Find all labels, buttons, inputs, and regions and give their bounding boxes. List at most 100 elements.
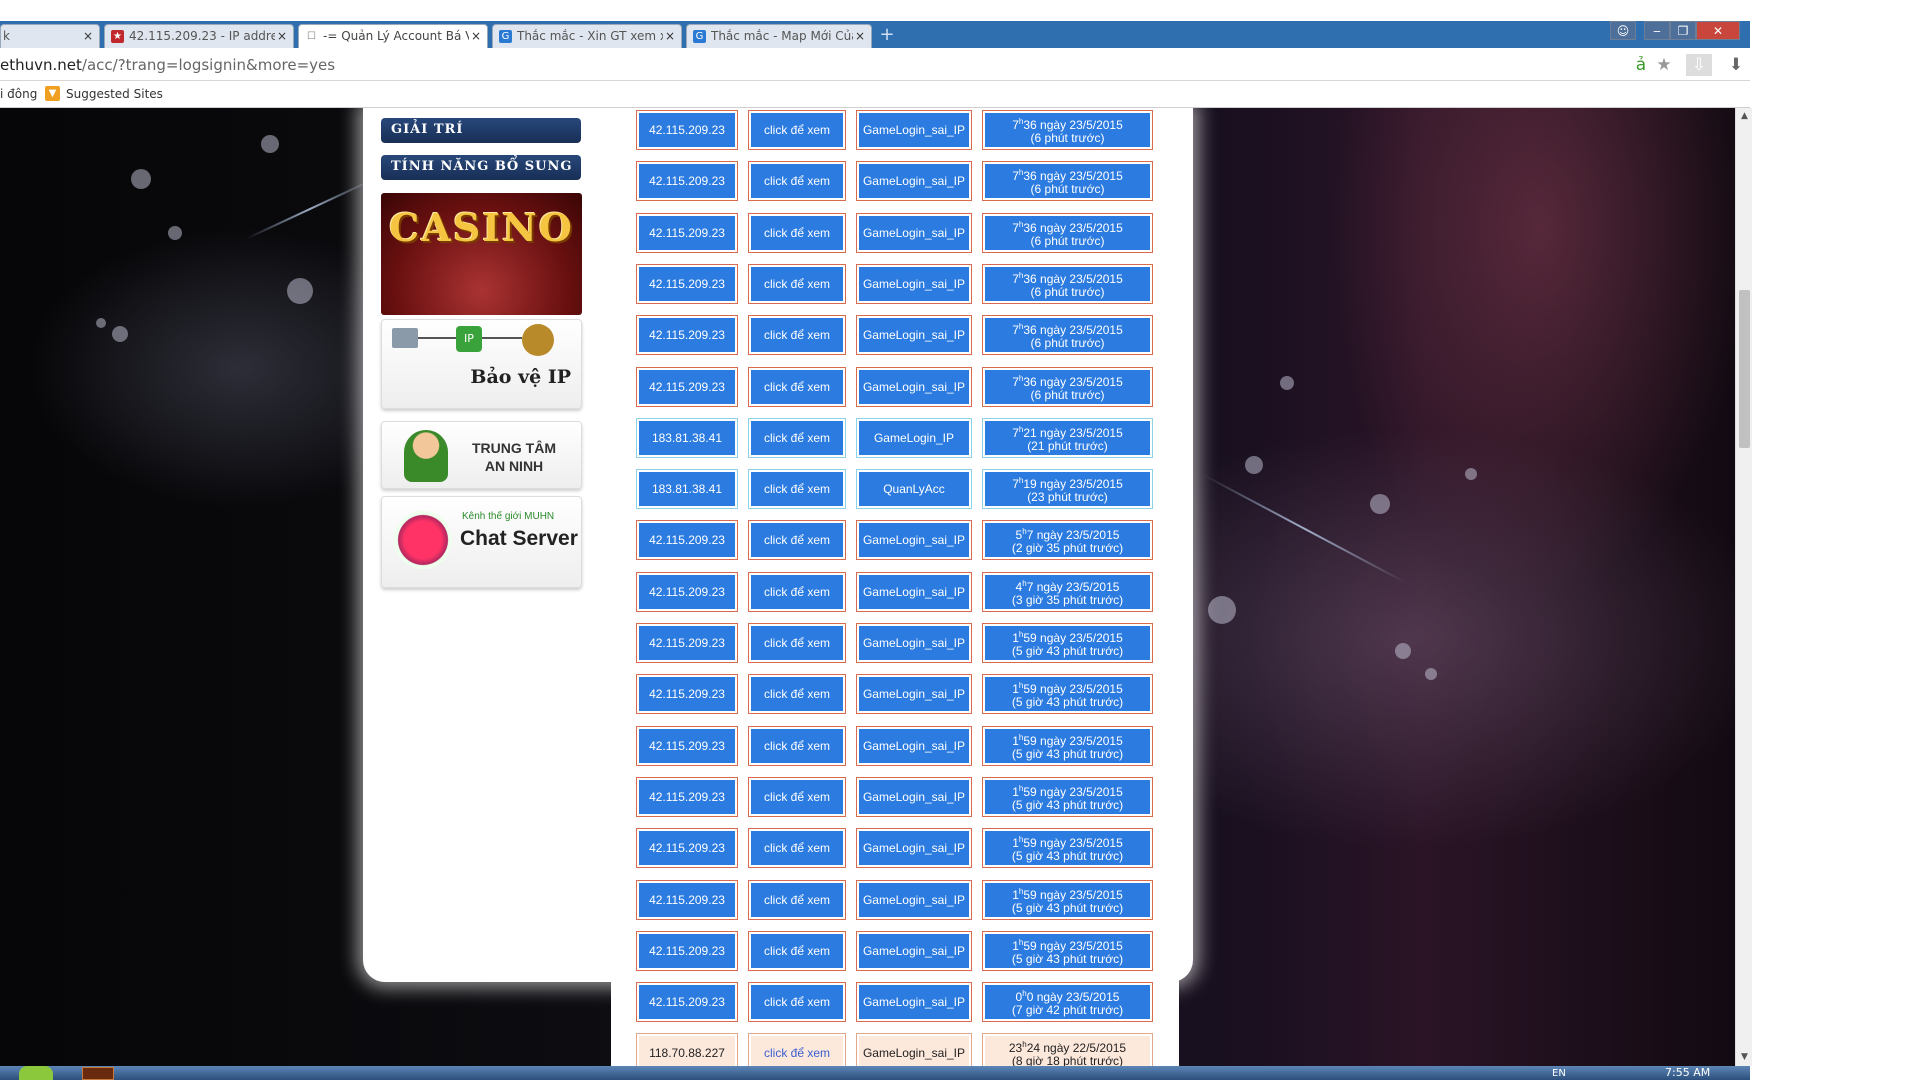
time-date: 36 ngày 23/5/2015: [1023, 272, 1123, 286]
time-hour: 1: [1012, 888, 1019, 902]
time-cell: 0h0 ngày 23/5/2015 (7 giờ 42 phút trước): [982, 982, 1153, 1022]
tray-clock[interactable]: 7:55 AM: [1665, 1066, 1710, 1079]
detail-link[interactable]: click để xem: [748, 367, 846, 407]
close-window-icon[interactable]: ✕: [1696, 21, 1740, 40]
time-text: 1h59 ngày 23/5/2015 (5 giờ 43 phút trước): [1011, 630, 1124, 658]
bookmarks-bar: i đông ▼ Suggested Sites: [0, 81, 1750, 108]
time-text: 7h36 ngày 23/5/2015 (6 phút trước): [1012, 374, 1123, 402]
action-type-cell: GameLogin_sai_IP: [856, 520, 972, 560]
time-hour: 7: [1012, 118, 1019, 132]
tab-4[interactable]: G Thắc mắc - Map Mới Của G ×: [686, 24, 872, 48]
time-ago: (5 giờ 43 phút trước): [1011, 901, 1124, 915]
user-icon[interactable]: ☺: [1610, 21, 1636, 40]
time-cell: 1h59 ngày 23/5/2015 (5 giờ 43 phút trước): [982, 880, 1153, 920]
time-hour: 7: [1012, 221, 1019, 235]
action-type-cell: GameLogin_sai_IP: [856, 674, 972, 714]
time-text: 4h7 ngày 23/5/2015 (3 giờ 35 phút trước): [1011, 579, 1124, 607]
detail-link[interactable]: click để xem: [748, 931, 846, 971]
detail-link[interactable]: click để xem: [748, 213, 846, 253]
tray-language[interactable]: EN: [1552, 1068, 1566, 1079]
time-ago: (7 giờ 42 phút trước): [1011, 1003, 1124, 1017]
bookmark-item[interactable]: i đông: [0, 87, 37, 101]
url-text[interactable]: ethuvn.net/acc/?trang=logsignin&more=yes: [0, 56, 335, 74]
chat-subtitle: Kênh thế giới MUHN: [462, 511, 555, 522]
time-date: 0 ngày 23/5/2015: [1026, 990, 1120, 1004]
scroll-down-icon[interactable]: ▼: [1736, 1049, 1753, 1066]
sidebar-heading-entertainment[interactable]: GIẢI TRÍ: [381, 118, 581, 143]
tab-1[interactable]: ★ 42.115.209.23 - IP address ×: [104, 24, 294, 48]
vertical-scrollbar[interactable]: ▲ ▼: [1735, 108, 1752, 1066]
time-cell: 5h7 ngày 23/5/2015 (2 giờ 35 phút trước): [982, 520, 1153, 560]
time-cell: 1h59 ngày 23/5/2015 (5 giờ 43 phút trước): [982, 726, 1153, 766]
close-icon[interactable]: ×: [277, 29, 287, 43]
time-text: 1h59 ngày 23/5/2015 (5 giờ 43 phút trước): [1011, 835, 1124, 863]
address-bar[interactable]: ethuvn.net/acc/?trang=logsignin&more=yes…: [0, 48, 1750, 81]
detail-link[interactable]: click để xem: [748, 469, 846, 509]
bookmark-suggested-sites[interactable]: Suggested Sites: [66, 87, 163, 101]
detail-link[interactable]: click để xem: [748, 982, 846, 1022]
bokeh-dot: [1425, 668, 1437, 680]
detail-link[interactable]: click để xem: [748, 418, 846, 458]
g-logo-icon: G: [499, 30, 512, 43]
detail-link[interactable]: click để xem: [748, 264, 846, 304]
star-icon: ★: [111, 30, 124, 43]
taskbar-app-icon[interactable]: [82, 1067, 114, 1080]
action-type-cell: GameLogin_sai_IP: [856, 110, 972, 150]
detail-link[interactable]: click để xem: [748, 828, 846, 868]
time-date: 19 ngày 23/5/2015: [1023, 477, 1123, 491]
star-icon[interactable]: ★: [1653, 54, 1675, 76]
download-icon[interactable]: ⇩: [1686, 54, 1712, 76]
tab-title: k: [3, 29, 10, 43]
casino-banner[interactable]: CASINO: [381, 193, 582, 315]
time-date: 36 ngày 23/5/2015: [1023, 323, 1123, 337]
detail-link[interactable]: click để xem: [748, 777, 846, 817]
detail-link[interactable]: click để xem: [748, 520, 846, 560]
detail-link[interactable]: click để xem: [748, 110, 846, 150]
start-button[interactable]: [19, 1066, 53, 1080]
security-center-banner[interactable]: TRUNG TÂM AN NINH: [381, 421, 582, 489]
detail-link[interactable]: click để xem: [748, 726, 846, 766]
tab-2-active[interactable]: ☐ -= Quản Lý Account Bá Vư ×: [298, 24, 488, 49]
detail-link[interactable]: click để xem: [748, 315, 846, 355]
bokeh-dot: [1208, 596, 1236, 624]
bokeh-dot: [1280, 376, 1294, 390]
tab-3[interactable]: G Thắc mắc - Xin GT xem xét ×: [492, 24, 682, 48]
minimize-icon[interactable]: ‒: [1644, 21, 1670, 40]
download-arrow-icon[interactable]: ⬇: [1725, 54, 1747, 76]
detail-link[interactable]: click để xem: [748, 674, 846, 714]
action-type-cell: GameLogin_sai_IP: [856, 572, 972, 612]
connector-line: [482, 337, 522, 339]
security-line-1: TRUNG TÂM: [472, 440, 556, 456]
new-tab-button[interactable]: +: [876, 26, 898, 45]
tab-0[interactable]: k ×: [0, 24, 100, 48]
time-ago: (8 giờ 18 phút trước): [1011, 1054, 1124, 1067]
ip-cell: 42.115.209.23: [636, 110, 738, 150]
maximize-icon[interactable]: ❐: [1670, 21, 1696, 40]
scroll-thumb[interactable]: [1739, 290, 1750, 448]
scroll-up-icon[interactable]: ▲: [1736, 108, 1753, 125]
ip-cell: 42.115.209.23: [636, 777, 738, 817]
ip-cell: 42.115.209.23: [636, 315, 738, 355]
close-icon[interactable]: ×: [855, 29, 865, 43]
ip-cell: 42.115.209.23: [636, 264, 738, 304]
chat-server-banner[interactable]: Kênh thế giới MUHN Chat Server: [381, 496, 582, 588]
detail-link[interactable]: click để xem: [748, 880, 846, 920]
time-text: 1h59 ngày 23/5/2015 (5 giờ 43 phút trước): [1011, 733, 1124, 761]
action-type-cell: GameLogin_sai_IP: [856, 880, 972, 920]
close-icon[interactable]: ×: [83, 29, 93, 43]
ip-cell: 42.115.209.23: [636, 367, 738, 407]
ip-protect-banner[interactable]: IP Bảo vệ IP: [381, 319, 582, 409]
time-date: 36 ngày 23/5/2015: [1023, 221, 1123, 235]
detail-link[interactable]: click để xem: [748, 623, 846, 663]
sidebar-heading-features[interactable]: TÍNH NĂNG BỔ SUNG: [381, 155, 581, 180]
time-hour: 1: [1012, 631, 1019, 645]
computer-icon: [392, 328, 418, 348]
translate-icon[interactable]: ả: [1630, 54, 1652, 76]
detail-link[interactable]: click để xem: [748, 161, 846, 201]
time-cell: 7h36 ngày 23/5/2015 (6 phút trước): [982, 110, 1153, 150]
close-icon[interactable]: ×: [665, 29, 675, 43]
close-icon[interactable]: ×: [471, 29, 481, 43]
detail-link[interactable]: click để xem: [748, 572, 846, 612]
ip-cell: 42.115.209.23: [636, 880, 738, 920]
detail-link[interactable]: click để xem: [748, 1033, 846, 1066]
